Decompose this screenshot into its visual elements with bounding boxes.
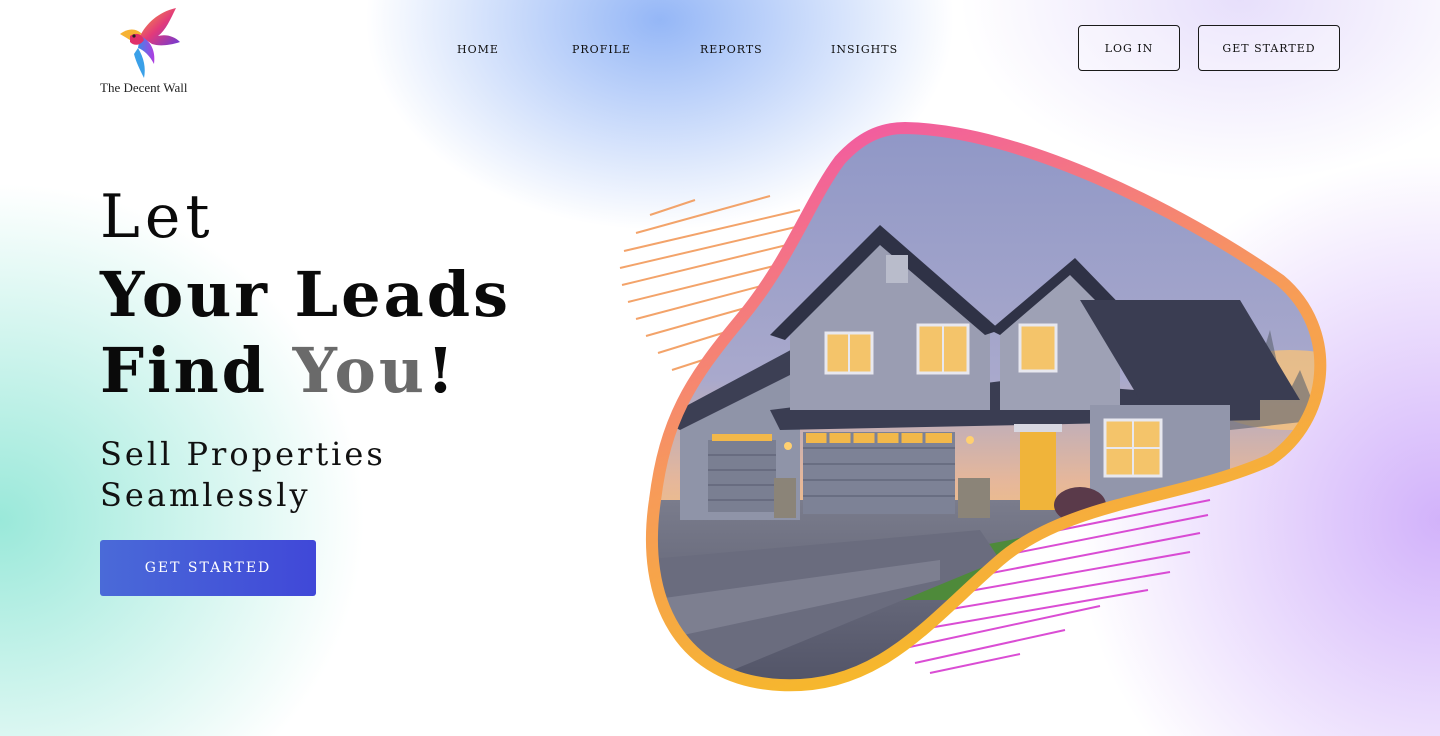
hero-artwork bbox=[619, 121, 1327, 692]
house-photo bbox=[651, 128, 1321, 686]
